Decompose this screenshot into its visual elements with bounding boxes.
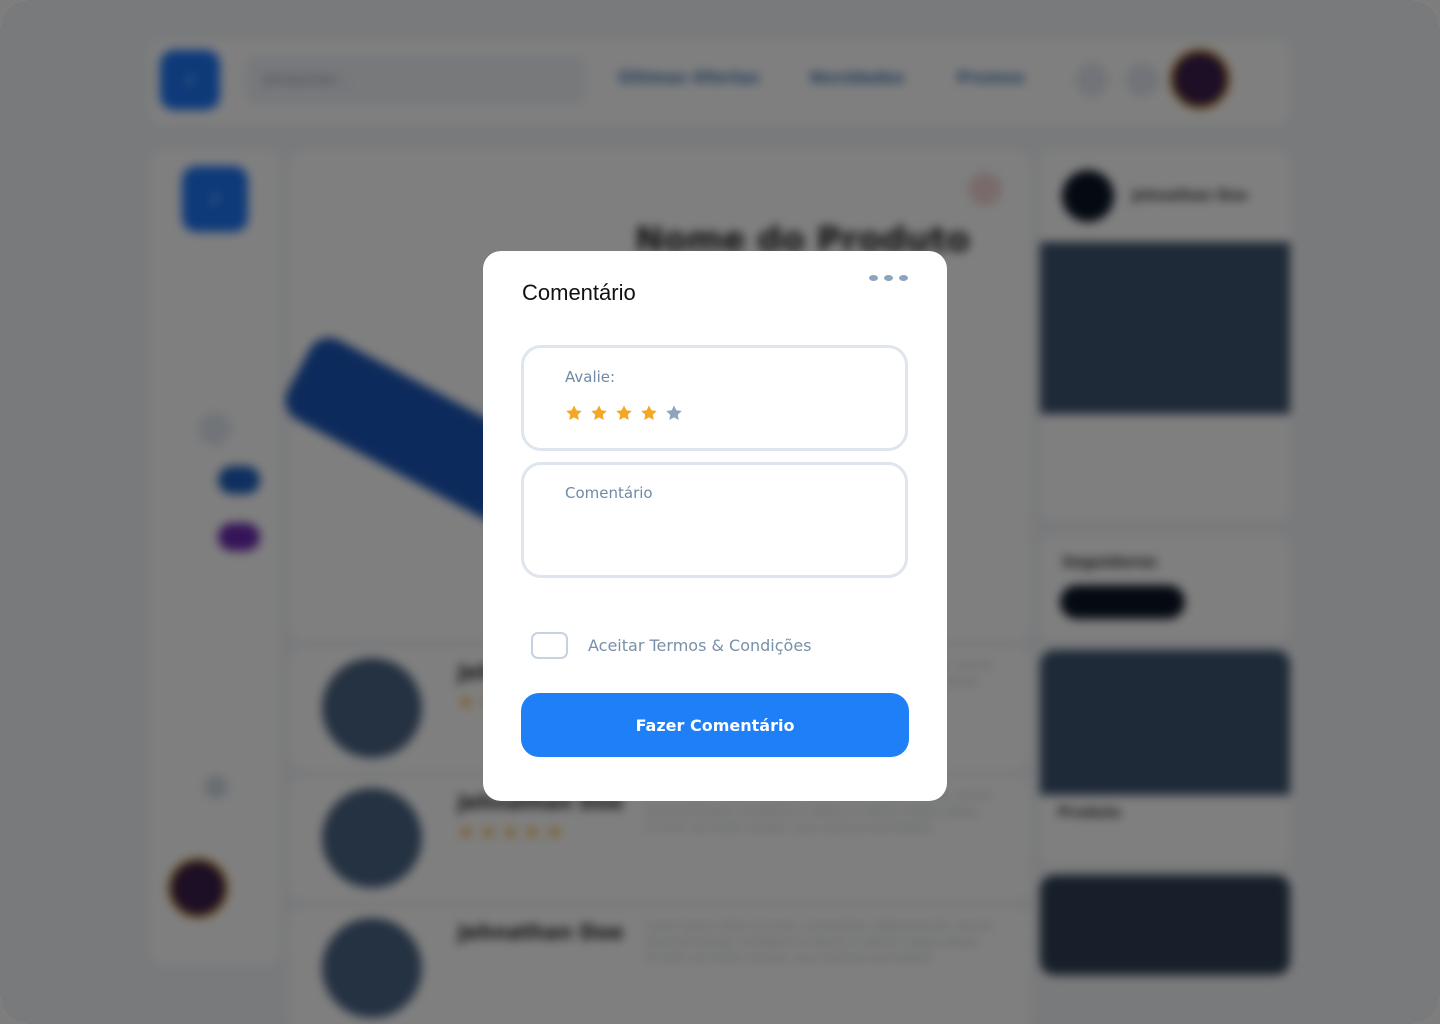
rating-label: Avalie:	[565, 368, 616, 386]
terms-checkbox[interactable]	[531, 632, 568, 659]
submit-comment-button[interactable]: Fazer Comentário	[521, 693, 909, 757]
rating-field: Avalie:	[521, 345, 908, 451]
terms-label[interactable]: Aceitar Termos & Condições	[588, 636, 812, 655]
star-icon[interactable]	[590, 404, 608, 422]
star-icon[interactable]	[665, 404, 683, 422]
app-frame: ⚡ pesquisar... Últimas Ofertas Novidades…	[0, 0, 1440, 1024]
star-rating[interactable]	[565, 404, 683, 422]
star-icon[interactable]	[640, 404, 658, 422]
modal-title: Comentário	[522, 280, 636, 305]
comment-label: Comentário	[565, 484, 653, 502]
more-dots-icon[interactable]	[869, 275, 919, 285]
star-icon[interactable]	[565, 404, 583, 422]
comment-field[interactable]: Comentário	[521, 462, 908, 578]
star-icon[interactable]	[615, 404, 633, 422]
terms-row[interactable]: Aceitar Termos & Condições	[531, 632, 812, 659]
comment-modal: Comentário Avalie: Comentário Aceitar Te…	[483, 251, 947, 801]
